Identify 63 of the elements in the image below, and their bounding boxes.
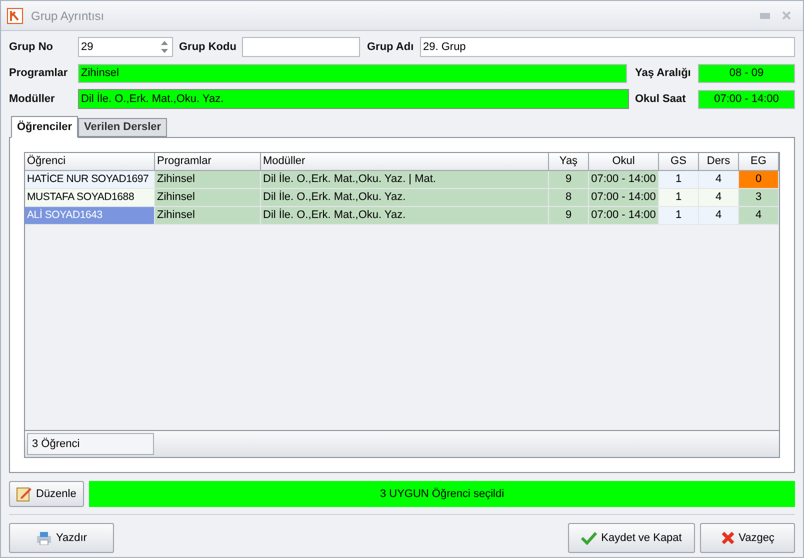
tab[interactable]: Verilen Dersler — [78, 118, 168, 137]
column-header[interactable]: Modüller — [261, 153, 549, 171]
table-cell: ALİ SOYAD1643 — [25, 207, 155, 225]
table-cell: 07:00 - 14:00 — [589, 171, 659, 189]
table-cell: 0 — [739, 171, 779, 189]
module-field: Dil İle. O.,Erk. Mat.,Oku. Yaz. — [78, 89, 629, 109]
table-cell: 4 — [739, 207, 779, 225]
cross-icon — [720, 531, 735, 545]
table-cell: Dil İle. O.,Erk. Mat.,Oku. Yaz. — [261, 207, 549, 225]
column-header[interactable]: Öğrenci — [25, 153, 155, 171]
column-header[interactable]: GS — [659, 153, 699, 171]
app-logo-icon — [7, 8, 23, 24]
table-cell: 9 — [549, 207, 589, 225]
table-cell: 1 — [659, 189, 699, 207]
input-field[interactable]: 29. Grup — [420, 37, 795, 57]
table-cell: 4 — [699, 207, 739, 225]
table-cell: Dil İle. O.,Erk. Mat.,Oku. Yaz. — [261, 189, 549, 207]
column-header[interactable]: EG — [739, 153, 779, 171]
age-range-field: 08 - 09 — [698, 64, 795, 82]
status-message: 3 UYGUN Öğrenci seçildi — [89, 481, 795, 507]
column-header[interactable]: Programlar — [155, 153, 261, 171]
program-field: Zihinsel — [78, 64, 627, 82]
field-label: Okul Saat — [635, 92, 687, 107]
field-label: Grup No — [9, 40, 54, 55]
input-field[interactable] — [242, 37, 360, 57]
cancel-button[interactable]: Vazgeç — [700, 523, 795, 553]
spinner-arrows-icon[interactable] — [161, 41, 168, 53]
column-header[interactable]: Yaş — [549, 153, 589, 171]
table-cell: 07:00 - 14:00 — [589, 189, 659, 207]
save-close-button[interactable]: Kaydet ve Kapat — [568, 523, 695, 553]
table-cell: 4 — [699, 189, 739, 207]
field-label: Grup Kodu — [179, 40, 238, 55]
field-label: Programlar — [9, 66, 69, 81]
notepad-pencil-icon — [16, 486, 32, 502]
number-spinner[interactable]: 29 — [78, 37, 173, 57]
checkmark-icon — [581, 531, 598, 545]
table-cell: 8 — [549, 189, 589, 207]
close-icon[interactable] — [782, 11, 791, 20]
print-button[interactable]: Yazdır — [9, 523, 114, 553]
table-cell: Zihinsel — [155, 189, 261, 207]
table-cell: 9 — [549, 171, 589, 189]
column-header[interactable]: Ders — [699, 153, 739, 171]
table-cell: 3 — [739, 189, 779, 207]
row-count: 3 Öğrenci — [27, 433, 154, 455]
edit-button[interactable]: Düzenle — [9, 481, 84, 507]
window-title: Grup Ayrıntısı — [31, 8, 104, 24]
table-cell: Zihinsel — [155, 207, 261, 225]
tab[interactable]: Öğrenciler — [11, 116, 78, 138]
table-cell: MUSTAFA SOYAD1688 — [25, 189, 155, 207]
field-label: Modüller — [9, 92, 56, 107]
table-cell: 4 — [699, 171, 739, 189]
table-cell: 07:00 - 14:00 — [589, 207, 659, 225]
field-label: Grup Adı — [367, 40, 415, 55]
table-cell: 1 — [659, 207, 699, 225]
column-header[interactable]: Okul — [589, 153, 659, 171]
table-cell: 1 — [659, 171, 699, 189]
table-cell: HATİCE NUR SOYAD1697 — [25, 171, 155, 189]
school-hours-field: 07:00 - 14:00 — [698, 90, 795, 108]
table-cell: Zihinsel — [155, 171, 261, 189]
table-cell: Dil İle. O.,Erk. Mat.,Oku. Yaz. | Mat. — [261, 171, 549, 189]
field-label: Yaş Aralığı — [635, 66, 692, 81]
printer-icon — [36, 531, 52, 545]
minimize-icon[interactable] — [760, 12, 770, 18]
